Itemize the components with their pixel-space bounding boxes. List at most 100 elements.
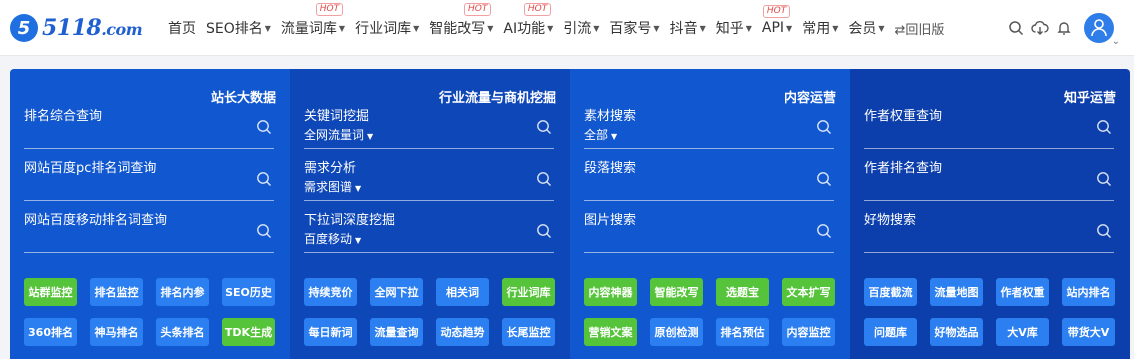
search-icon[interactable] xyxy=(536,171,552,187)
caret-down-icon: ▼ xyxy=(487,23,494,33)
nav-item-label: AI功能 xyxy=(503,21,546,37)
nav-item[interactable]: SEO排名 ▼ xyxy=(206,18,271,38)
tool-button[interactable]: 神马排名 xyxy=(90,318,143,346)
nav-item[interactable]: 抖音 ▼ xyxy=(670,18,706,38)
old-version-link[interactable]: ⇄回旧版 xyxy=(895,19,945,38)
tool-button[interactable]: 头条排名 xyxy=(156,318,209,346)
nav-item[interactable]: 会员 ▼ xyxy=(848,18,884,38)
search-row[interactable]: 排名综合查询 xyxy=(24,105,274,149)
search-row-label: 作者权重查询 xyxy=(864,109,943,124)
nav-item[interactable]: 引流 ▼ xyxy=(563,18,599,38)
hot-badge: HOT xyxy=(464,3,492,16)
nav-item[interactable]: 流量词库 ▼ HOT xyxy=(281,3,345,38)
search-row[interactable]: 下拉词深度挖掘 百度移动 ▼ xyxy=(304,209,554,253)
search-icon[interactable] xyxy=(816,171,832,187)
tool-button[interactable]: 内容监控 xyxy=(782,318,835,346)
tool-button[interactable]: 文本扩写 xyxy=(782,278,835,306)
search-row[interactable]: 网站百度移动排名词查询 xyxy=(24,209,274,253)
search-icon[interactable] xyxy=(816,223,832,239)
tool-button[interactable]: 流量查询 xyxy=(370,318,423,346)
caret-down-icon: ▼ xyxy=(547,23,554,33)
scope-dropdown[interactable]: 全网流量词 ▼ xyxy=(304,126,373,143)
tool-button[interactable]: 问题库 xyxy=(864,318,917,346)
tool-button[interactable]: 全网下拉 xyxy=(370,278,423,306)
tool-button[interactable]: 营销文案 xyxy=(584,318,637,346)
nav-item[interactable]: 常用 ▼ xyxy=(802,18,838,38)
tool-button[interactable]: 作者权重 xyxy=(996,278,1049,306)
search-row[interactable]: 关键词挖掘 全网流量词 ▼ xyxy=(304,105,554,149)
search-icon[interactable] xyxy=(536,223,552,239)
tool-button[interactable]: 大V库 xyxy=(996,318,1049,346)
chevron-down-icon[interactable]: ⌄ xyxy=(1112,36,1120,47)
search-row[interactable]: 网站百度pc排名词查询 xyxy=(24,157,274,201)
nav-item[interactable]: API ▼ HOT xyxy=(761,5,792,36)
nav-item[interactable]: 首页 xyxy=(168,18,196,38)
scope-dropdown[interactable]: 全部 ▼ xyxy=(584,126,617,143)
tool-button[interactable]: 好物选品 xyxy=(930,318,983,346)
tool-button[interactable]: 排名预估 xyxy=(716,318,769,346)
tool-button[interactable]: 带货大V xyxy=(1062,318,1115,346)
search-row[interactable]: 段落搜索 xyxy=(584,157,834,201)
nav-item-label: API xyxy=(761,20,785,36)
tool-button[interactable]: 每日新词 xyxy=(304,318,357,346)
search-icon[interactable] xyxy=(256,171,272,187)
bell-icon[interactable] xyxy=(1054,18,1074,38)
avatar-icon xyxy=(1091,19,1107,37)
search-icon[interactable] xyxy=(256,223,272,239)
tool-button[interactable]: 选题宝 xyxy=(716,278,769,306)
nav-item[interactable]: 智能改写 ▼ HOT xyxy=(429,3,494,38)
tool-button[interactable]: 行业词库 xyxy=(502,278,555,306)
header-actions: ⌄ xyxy=(1006,0,1134,56)
search-icon[interactable] xyxy=(1096,119,1112,135)
scope-dropdown[interactable]: 需求图谱 ▼ xyxy=(304,178,361,195)
nav-item[interactable]: 知乎 ▼ xyxy=(716,18,752,38)
column-title: 行业流量与商机挖掘 xyxy=(438,91,556,106)
search-icon[interactable] xyxy=(1006,18,1026,38)
search-row[interactable]: 素材搜索 全部 ▼ xyxy=(584,105,834,149)
caret-down-icon: ▼ xyxy=(355,184,362,193)
nav-item-label: 会员 xyxy=(848,21,877,37)
search-row[interactable]: 图片搜索 xyxy=(584,209,834,253)
search-icon[interactable] xyxy=(1096,223,1112,239)
search-icon[interactable] xyxy=(1096,171,1112,187)
tool-button[interactable]: 站群监控 xyxy=(24,278,77,306)
nav-item-label: SEO排名 xyxy=(206,21,263,37)
nav-item[interactable]: AI功能 ▼ HOT xyxy=(503,3,554,38)
column-title: 站长大数据 xyxy=(210,91,276,106)
nav-item-label: 行业词库 xyxy=(355,21,412,37)
tool-button[interactable]: 百度截流 xyxy=(864,278,917,306)
tool-button[interactable]: 流量地图 xyxy=(930,278,983,306)
tool-button[interactable]: 动态趋势 xyxy=(436,318,489,346)
search-row[interactable]: 好物搜索 xyxy=(864,209,1114,253)
tool-button[interactable]: 相关词 xyxy=(436,278,489,306)
nav-item[interactable]: 行业词库 ▼ xyxy=(355,18,419,38)
site-logo[interactable]: 5 5118.com xyxy=(10,12,143,44)
tool-button[interactable]: 站内排名 xyxy=(1062,278,1115,306)
tool-button[interactable]: 智能改写 xyxy=(650,278,703,306)
caret-down-icon: ▼ xyxy=(832,23,839,33)
tool-button[interactable]: 持续竞价 xyxy=(304,278,357,306)
avatar[interactable]: ⌄ xyxy=(1084,13,1120,47)
tool-button[interactable]: 360排名 xyxy=(24,318,77,346)
search-row[interactable]: 作者排名查询 xyxy=(864,157,1114,201)
cloud-download-icon[interactable] xyxy=(1030,18,1050,38)
tool-button[interactable]: 排名监控 xyxy=(90,278,143,306)
tool-button[interactable]: 内容神器 xyxy=(584,278,637,306)
nav-item-label: 知乎 xyxy=(715,21,744,37)
search-icon[interactable] xyxy=(536,119,552,135)
tool-button[interactable]: SEO历史 xyxy=(222,278,275,306)
search-row[interactable]: 需求分析 需求图谱 ▼ xyxy=(304,157,554,201)
tool-button[interactable]: 原创检测 xyxy=(650,318,703,346)
search-row[interactable]: 作者权重查询 xyxy=(864,105,1114,149)
tool-button[interactable]: TDK生成 xyxy=(222,318,275,346)
tool-button[interactable]: 长尾监控 xyxy=(502,318,555,346)
search-icon[interactable] xyxy=(816,119,832,135)
hot-badge: HOT xyxy=(762,5,791,18)
tool-column: 行业流量与商机挖掘 关键词挖掘 全网流量词 ▼ 需求分析 需求图谱 ▼ 下拉词深度挖掘 百度移动… xyxy=(290,69,570,359)
search-icon[interactable] xyxy=(256,119,272,135)
nav-item[interactable]: 百家号 ▼ xyxy=(609,18,659,38)
tool-button[interactable]: 排名内参 xyxy=(156,278,209,306)
hot-badge: HOT xyxy=(523,3,552,16)
scope-dropdown-value: 需求图谱 xyxy=(304,180,353,194)
scope-dropdown[interactable]: 百度移动 ▼ xyxy=(304,230,361,247)
